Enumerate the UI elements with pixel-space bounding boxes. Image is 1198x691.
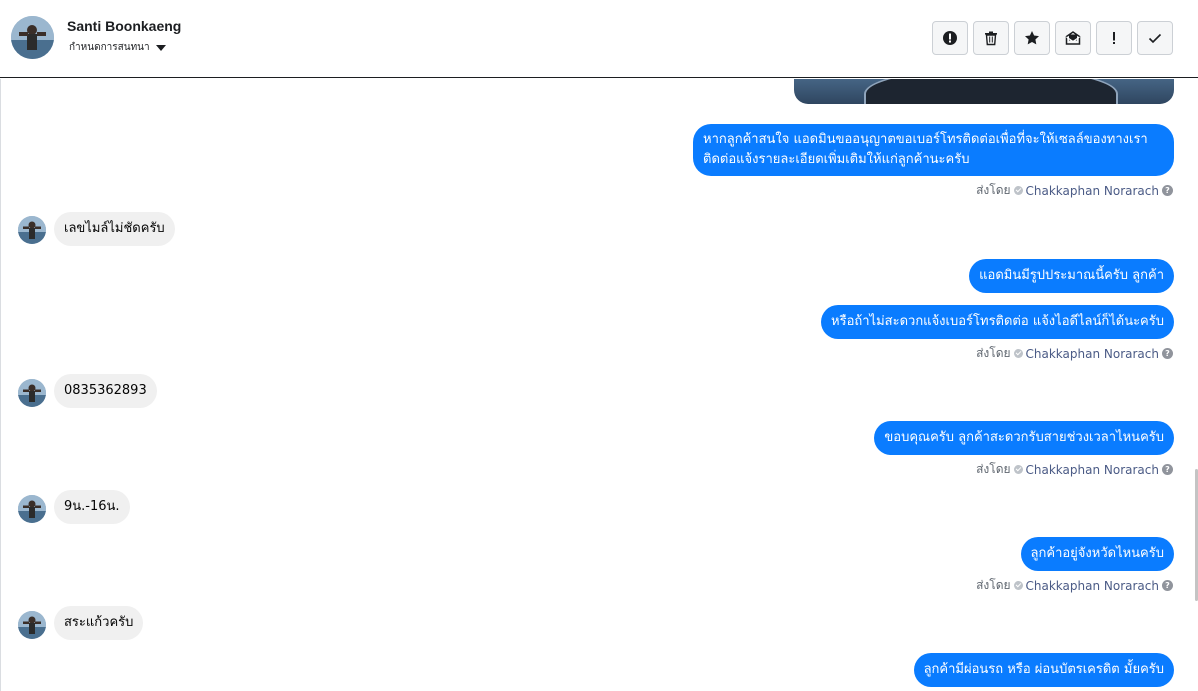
delete-button[interactable] [973, 21, 1009, 55]
sent-by-row: ส่งโดย Chakkaphan Norarach ? [976, 576, 1173, 595]
sent-by-row: ส่งโดย Chakkaphan Norarach ? [976, 460, 1173, 479]
sent-by-row: ส่งโดย Chakkaphan Norarach ? [976, 344, 1173, 363]
verified-check-icon [1013, 465, 1023, 474]
image-content [864, 79, 1118, 104]
message-outgoing[interactable]: แอดมินมีรูปประมาณนี้ครับ ลูกค้า [969, 259, 1174, 293]
star-icon [1025, 31, 1039, 45]
conversation-header: Santi Boonkaeng กำหนดการสนทนา [0, 0, 1198, 78]
done-button[interactable] [1137, 21, 1173, 55]
alert-circle-icon [943, 31, 957, 45]
conversation-assign-label: กำหนดการสนทนา [69, 42, 150, 53]
contact-avatar-small[interactable] [18, 611, 46, 639]
sent-by-row: ส่งโดย Chakkaphan Norarach ? [976, 181, 1173, 200]
verified-check-icon [1013, 581, 1023, 590]
message-line: หากลูกค้าสนใจ แอดมินขออนุญาตขอเบอร์โทรติ… [703, 132, 1148, 147]
contact-name: Santi Boonkaeng [67, 18, 182, 34]
message-incoming[interactable]: เลขไมล์ไม่ชัดครับ [54, 212, 175, 246]
help-icon[interactable]: ? [1162, 464, 1173, 475]
help-icon[interactable]: ? [1162, 185, 1173, 196]
header-toolbar [932, 21, 1173, 55]
star-button[interactable] [1014, 21, 1050, 55]
sent-by-agent[interactable]: Chakkaphan Norarach [1026, 347, 1159, 361]
help-icon[interactable]: ? [1162, 348, 1173, 359]
follow-up-button[interactable] [1096, 21, 1132, 55]
message-line: ติดต่อแจ้งรายละเอียดเพิ่มเติมให้แก่ลูกค้… [703, 152, 970, 167]
message-outgoing[interactable]: หรือถ้าไม่สะดวกแจ้งเบอร์โทรติดต่อ แจ้งไอ… [821, 305, 1174, 339]
sent-by-agent[interactable]: Chakkaphan Norarach [1026, 463, 1159, 477]
message-outgoing[interactable]: ลูกค้ามีผ่อนรถ หรือ ผ่อนบัตรเครดิต มั้ยค… [913, 653, 1174, 687]
spam-button[interactable] [932, 21, 968, 55]
sent-by-label: ส่งโดย [976, 462, 1011, 476]
mark-unread-button[interactable] [1055, 21, 1091, 55]
message-thread[interactable]: หากลูกค้าสนใจ แอดมินขออนุญาตขอเบอร์โทรติ… [0, 79, 1198, 691]
sent-by-label: ส่งโดย [976, 578, 1011, 592]
message-incoming[interactable]: 9น.-16น. [54, 490, 130, 524]
message-outgoing[interactable]: ขอบคุณครับ ลูกค้าสะดวกรับสายช่วงเวลาไหนค… [874, 421, 1174, 455]
sent-by-agent[interactable]: Chakkaphan Norarach [1026, 184, 1159, 198]
contact-avatar-small[interactable] [18, 379, 46, 407]
message-outgoing[interactable]: ลูกค้าอยู่จังหวัดไหนครับ [1020, 537, 1174, 571]
check-icon [1148, 33, 1162, 44]
contact-avatar-small[interactable] [18, 495, 46, 523]
sent-by-label: ส่งโดย [976, 183, 1011, 197]
caret-down-icon [155, 44, 166, 51]
help-icon[interactable]: ? [1162, 580, 1173, 591]
exclamation-icon [1113, 32, 1115, 44]
image-attachment[interactable] [794, 79, 1174, 104]
conversation-assign-dropdown[interactable]: กำหนดการสนทนา [69, 40, 166, 55]
sent-by-agent[interactable]: Chakkaphan Norarach [1026, 579, 1159, 593]
verified-check-icon [1013, 186, 1023, 195]
message-outgoing[interactable]: หากลูกค้าสนใจ แอดมินขออนุญาตขอเบอร์โทรติ… [693, 124, 1174, 176]
sent-by-label: ส่งโดย [976, 346, 1011, 360]
message-incoming[interactable]: สระแก้วครับ [54, 606, 144, 640]
verified-check-icon [1013, 349, 1023, 358]
mail-open-icon [1065, 31, 1081, 45]
contact-avatar[interactable] [11, 16, 54, 59]
contact-avatar-small[interactable] [18, 216, 46, 244]
message-incoming[interactable]: 0835362893 [54, 374, 157, 408]
trash-icon [985, 31, 997, 46]
